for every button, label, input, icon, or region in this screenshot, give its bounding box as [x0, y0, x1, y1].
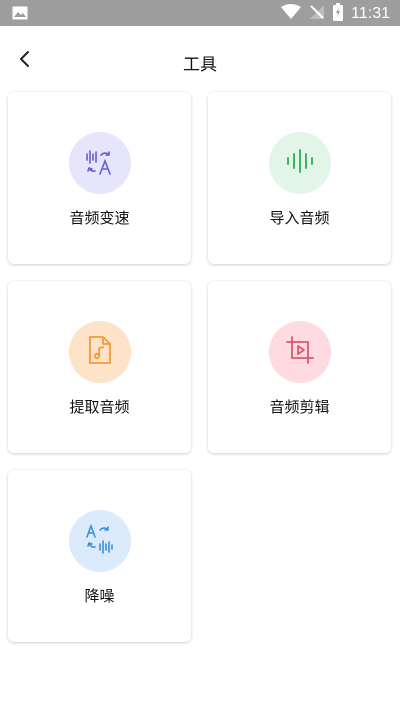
icon-circle [269, 132, 331, 194]
icon-circle [269, 321, 331, 383]
crop-play-icon [285, 335, 315, 369]
audio-wave-icon [285, 146, 315, 180]
tool-label: 降噪 [84, 587, 115, 605]
status-time: 11:31 [351, 5, 390, 22]
tool-card-edit[interactable]: 音频剪辑 [208, 281, 391, 453]
tool-card-import[interactable]: 导入音频 [208, 92, 391, 264]
tool-label: 提取音频 [69, 398, 130, 416]
status-bar: 11:31 [0, 0, 400, 26]
tool-label: 音频变速 [69, 209, 130, 227]
tool-card-speed[interactable]: 音频变速 [8, 92, 191, 264]
icon-circle [69, 321, 131, 383]
page-title: 工具 [183, 55, 217, 75]
icon-circle [69, 510, 131, 572]
battery-charging-icon [333, 3, 344, 25]
icon-circle [69, 132, 131, 194]
header: 工具 [0, 26, 400, 96]
noise-reduce-icon [85, 523, 115, 558]
tool-label: 音频剪辑 [269, 398, 330, 416]
no-signal-icon [309, 4, 325, 24]
wifi-icon [281, 4, 302, 24]
tool-label: 导入音频 [269, 209, 330, 227]
tool-card-extract[interactable]: 提取音频 [8, 281, 191, 453]
image-notification-icon [12, 5, 28, 24]
voice-translate-icon [85, 146, 115, 180]
audio-file-icon [87, 335, 113, 369]
tool-card-denoise[interactable]: 降噪 [8, 470, 191, 642]
